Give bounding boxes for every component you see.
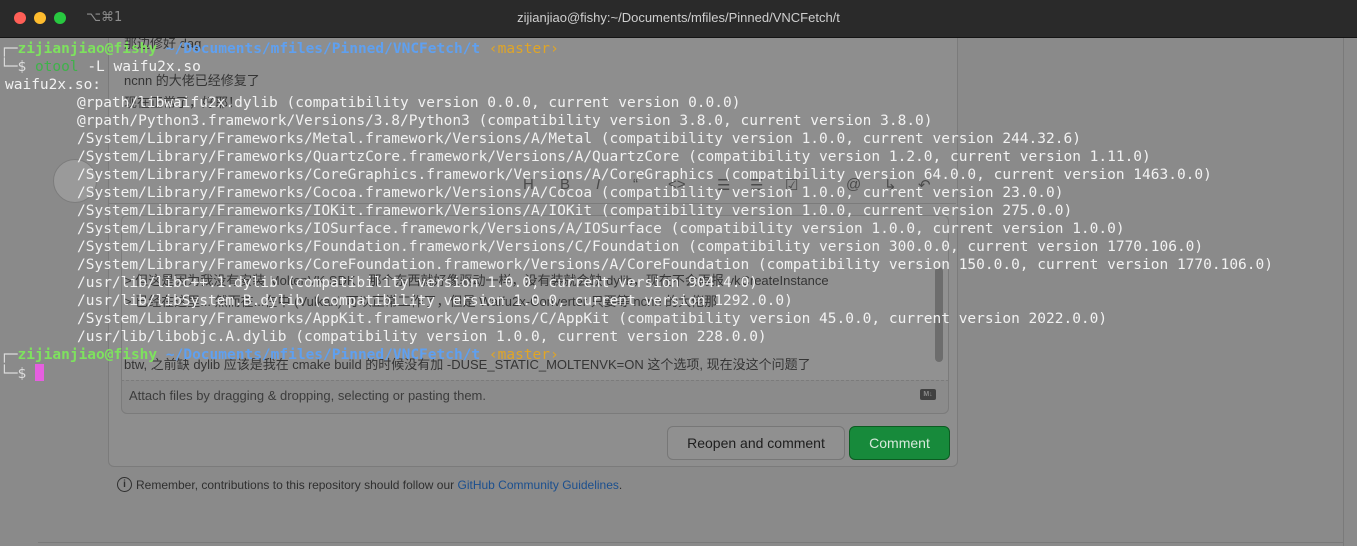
prompt-user: zijianjiao@fishy [17,41,158,57]
output-line: @rpath/libwaifu2x.dylib (compatibility v… [77,95,741,111]
prompt-path: ~/Documents/mfiles/Pinned/VNCFetch/t [165,41,481,57]
prompt-corner: └─$ [0,366,27,382]
output-line: /System/Library/Frameworks/Foundation.fr… [77,239,1204,255]
output-line: /System/Library/Frameworks/CoreFoundatio… [77,257,1273,273]
output-line: /System/Library/Frameworks/AppKit.framew… [77,311,1108,327]
command-args: -L waifu2x.so [87,59,201,75]
output-line: /usr/lib/libobjc.A.dylib (compatibility … [77,329,767,345]
command-line: └─$ otool -L waifu2x.so [0,58,201,76]
prompt-line: ┌─zijianjiao@fishy ~/Documents/mfiles/Pi… [0,346,559,364]
prompt-corner: ┌─ [0,347,18,363]
output-line: /System/Library/Frameworks/IOSurface.fra… [77,221,1125,237]
terminal-window: ⌥⌘1 zijianjiao@fishy:~/Documents/mfiles/… [0,0,1357,546]
text-cursor [34,364,44,381]
output-line: /System/Library/Frameworks/Metal.framewo… [77,131,1081,147]
prompt-branch: ‹master› [488,347,559,363]
prompt-corner: └─$ [0,59,27,75]
output-line: /System/Library/Frameworks/QuartzCore.fr… [77,149,1151,165]
output-line: /System/Library/Frameworks/CoreGraphics.… [77,167,1212,183]
title-bar: ⌥⌘1 zijianjiao@fishy:~/Documents/mfiles/… [0,0,1357,38]
terminal-output[interactable]: ┌─zijianjiao@fishy ~/Documents/mfiles/Pi… [0,37,1357,546]
output-line: @rpath/Python3.framework/Versions/3.8/Py… [77,113,933,129]
output-line: /usr/lib/libc++.1.dylib (compatibility v… [77,275,758,291]
output-line: /System/Library/Frameworks/IOKit.framewo… [77,203,1073,219]
output-line: /System/Library/Frameworks/Cocoa.framewo… [77,185,1064,201]
window-title: zijianjiao@fishy:~/Documents/mfiles/Pinn… [517,10,840,25]
output-line: /usr/lib/libSystem.B.dylib (compatibilit… [77,293,793,309]
output-header: waifu2x.so: [5,77,102,93]
command-program: otool [34,59,79,75]
prompt-user: zijianjiao@fishy [17,347,158,363]
prompt-corner: ┌─ [0,41,18,57]
prompt-path: ~/Documents/mfiles/Pinned/VNCFetch/t [165,347,481,363]
input-line[interactable]: └─$ [0,364,44,382]
prompt-line: ┌─zijianjiao@fishy ~/Documents/mfiles/Pi… [0,40,559,58]
prompt-branch: ‹master› [488,41,559,57]
